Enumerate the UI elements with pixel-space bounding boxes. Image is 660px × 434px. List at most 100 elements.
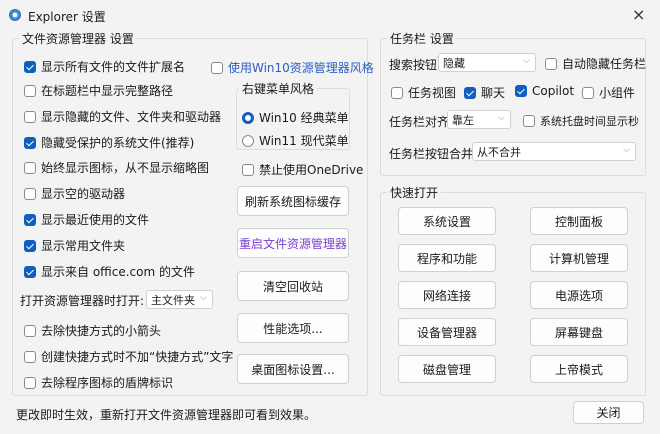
explorer-option-checkbox[interactable]: 隐藏受保护的系统文件(推荐) [24, 134, 194, 151]
checkbox-box [391, 86, 403, 99]
quick-open-button[interactable]: 上帝模式 [530, 355, 628, 383]
window-close-button[interactable]: × [632, 5, 645, 24]
chevron-down-icon: ⌵ [623, 145, 630, 155]
checkbox-box [24, 350, 36, 363]
title-bar: Explorer 设置 × [0, 0, 660, 30]
checkbox-label: 去除快捷方式的小箭头 [41, 324, 162, 338]
checkbox-box [24, 110, 36, 123]
select-value: 靠左 [452, 113, 474, 127]
chat-checkbox[interactable]: 聊天 [464, 84, 505, 101]
checkbox-box [211, 61, 223, 74]
checkbox-label: 去除程序图标的盾牌标识 [41, 376, 174, 390]
quick-open-button[interactable]: 磁盘管理 [398, 355, 496, 383]
checkbox-label: 创建快捷方式时不加“快捷方式”文字 [41, 350, 234, 364]
shortcut-option-checkbox[interactable]: 创建快捷方式时不加“快捷方式”文字 [24, 348, 233, 365]
checkbox-label: 显示最近使用的文件 [41, 213, 150, 227]
group-title: 快速打开 [387, 184, 442, 201]
radio-label: Win10 经典菜单 [259, 111, 349, 125]
footer-note: 更改即时生效，重新打开文件资源管理器即可看到效果。 [16, 408, 317, 422]
checkbox-label: 显示所有文件的文件扩展名 [41, 60, 186, 74]
checkbox-label: 显示空的驱动器 [41, 187, 126, 201]
quick-open-button[interactable]: 计算机管理 [530, 244, 628, 272]
chevron-down-icon: ⌵ [523, 56, 530, 66]
radio-win10-menu[interactable]: Win10 经典菜单 [242, 109, 349, 126]
chevron-down-icon: ⌵ [498, 113, 505, 123]
combine-select[interactable]: 从不合并 ⌵ [472, 142, 636, 161]
search-button-select[interactable]: 隐藏 ⌵ [438, 53, 536, 72]
window-title: Explorer 设置 [28, 10, 106, 24]
explorer-option-checkbox[interactable]: 始终显示图标，从不显示缩略图 [24, 159, 209, 176]
taskview-checkbox[interactable]: 任务视图 [391, 84, 456, 101]
explorer-option-checkbox[interactable]: 显示空的驱动器 [24, 185, 125, 202]
checkbox-box [24, 376, 36, 389]
search-button-label: 搜索按钮 [389, 58, 438, 72]
onedrive-checkbox[interactable]: 禁止使用OneDrive [242, 161, 363, 178]
explorer-option-checkbox[interactable]: 显示隐藏的文件、文件夹和驱动器 [24, 108, 221, 125]
desktop-icon-settings-button[interactable]: 桌面图标设置... [237, 354, 349, 384]
explorer-option-checkbox[interactable]: 显示来自 office.com 的文件 [24, 263, 195, 280]
widgets-checkbox[interactable]: 小组件 [582, 84, 635, 101]
checkbox-box [24, 161, 36, 174]
checkbox-box [523, 115, 535, 127]
checkbox-box [545, 57, 557, 70]
checkbox-label: 禁止使用OneDrive [259, 163, 364, 177]
explorer-option-checkbox[interactable]: 显示所有文件的文件扩展名 [24, 58, 185, 75]
select-value: 从不合并 [477, 145, 521, 159]
combine-label: 任务栏按钮合并 [389, 147, 474, 161]
refresh-icon-cache-button[interactable]: 刷新系统图标缓存 [237, 186, 349, 216]
explorer-option-checkbox[interactable]: 显示最近使用的文件 [24, 211, 149, 228]
checkbox-box [24, 324, 36, 337]
quick-open-button[interactable]: 系统设置 [398, 207, 496, 235]
checkbox-box [464, 86, 476, 99]
checkbox-box [24, 265, 36, 278]
align-select[interactable]: 靠左 ⌵ [447, 110, 511, 129]
chevron-down-icon: ⌵ [200, 293, 207, 303]
close-button[interactable]: 关闭 [573, 401, 644, 424]
checkbox-label: 使用Win10资源管理器风格 [228, 61, 374, 75]
checkbox-box [24, 239, 36, 252]
checkbox-label: 自动隐藏任务栏 [562, 57, 647, 71]
seconds-checkbox[interactable]: 系统托盘时间显示秒 [523, 113, 639, 129]
app-icon [9, 9, 21, 21]
radio-win11-menu[interactable]: Win11 现代菜单 [242, 132, 349, 149]
checkbox-label: Copilot [532, 84, 575, 98]
checkbox-box [24, 187, 36, 200]
quick-open-button[interactable]: 电源选项 [530, 281, 628, 309]
checkbox-box [515, 85, 527, 97]
checkbox-box [24, 213, 36, 226]
restart-explorer-button[interactable]: 重启文件资源管理器 [237, 228, 349, 258]
quick-open-button[interactable]: 控制面板 [530, 207, 628, 235]
copilot-checkbox[interactable]: Copilot [515, 84, 574, 98]
explorer-option-checkbox[interactable]: 显示常用文件夹 [24, 237, 125, 254]
open-select[interactable]: 主文件夹 ⌵ [146, 290, 213, 309]
checkbox-box [242, 163, 254, 176]
open-label: 打开资源管理器时打开: [20, 294, 145, 308]
checkbox-label: 显示隐藏的文件、文件夹和驱动器 [41, 110, 222, 124]
quick-open-button[interactable]: 屏幕键盘 [530, 318, 628, 346]
performance-options-button[interactable]: 性能选项... [237, 313, 349, 343]
checkbox-box [24, 136, 36, 149]
quick-open-button[interactable]: 网络连接 [398, 281, 496, 309]
autohide-checkbox[interactable]: 自动隐藏任务栏 [545, 55, 646, 72]
checkbox-label: 小组件 [599, 86, 636, 100]
checkbox-label: 聊天 [481, 86, 506, 100]
shortcut-option-checkbox[interactable]: 去除程序图标的盾牌标识 [24, 374, 173, 391]
radio-dot [242, 111, 254, 124]
quick-open-button[interactable]: 程序和功能 [398, 244, 496, 272]
explorer-option-checkbox[interactable]: 在标题栏中显示完整路径 [24, 82, 173, 99]
checkbox-box [24, 84, 36, 97]
win10-style-checkbox[interactable]: 使用Win10资源管理器风格 [211, 59, 374, 76]
checkbox-label: 隐藏受保护的系统文件(推荐) [41, 136, 195, 150]
checkbox-label: 在标题栏中显示完整路径 [41, 84, 174, 98]
checkbox-label: 任务视图 [408, 86, 457, 100]
shortcut-option-checkbox[interactable]: 去除快捷方式的小箭头 [24, 322, 161, 339]
quick-open-button[interactable]: 设备管理器 [398, 318, 496, 346]
radio-dot [242, 134, 254, 147]
empty-recycle-bin-button[interactable]: 清空回收站 [237, 271, 349, 301]
align-label: 任务栏对齐 [389, 115, 450, 129]
select-value: 隐藏 [443, 56, 465, 70]
open-select-value: 主文件夹 [151, 293, 195, 307]
group-title: 任务栏 设置 [387, 30, 457, 47]
checkbox-label: 系统托盘时间显示秒 [540, 115, 639, 128]
group-title: 右键菜单风格 [239, 80, 318, 97]
